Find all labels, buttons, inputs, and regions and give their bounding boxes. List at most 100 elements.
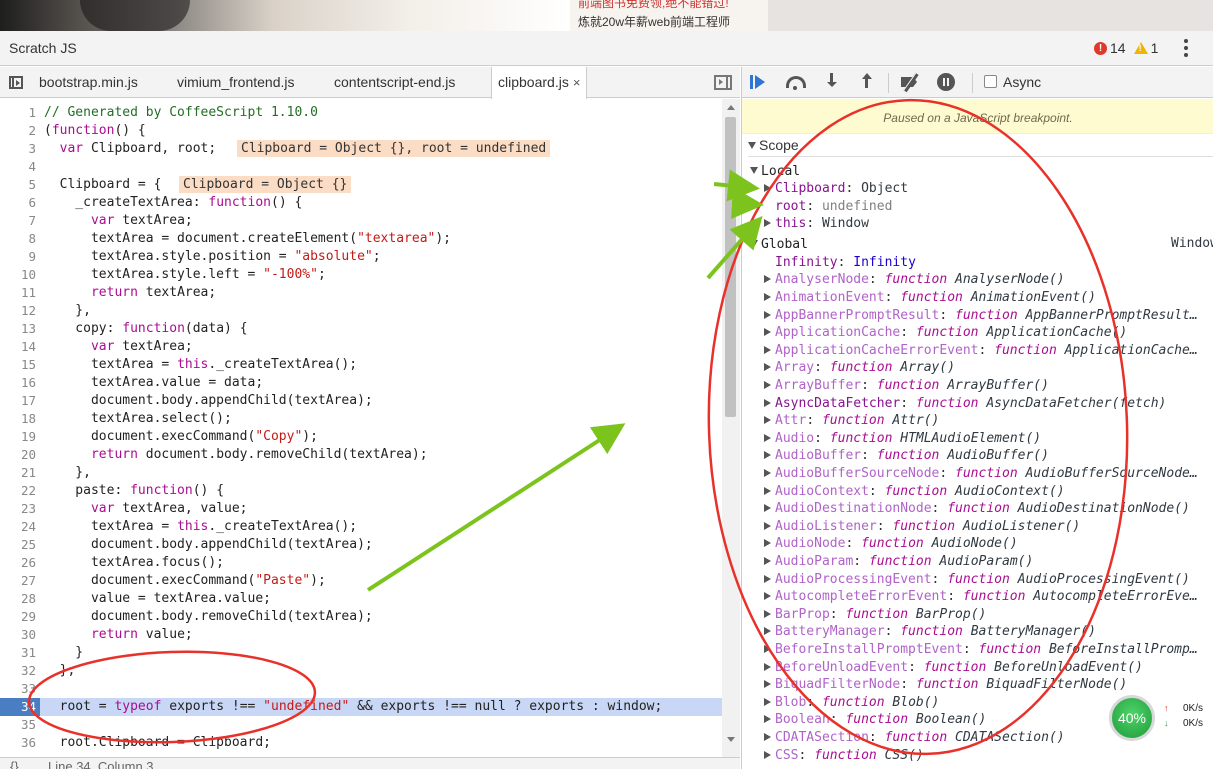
scope-property-css[interactable]: CSS: function CSS() [764,747,924,764]
chevron-right-icon[interactable] [764,293,771,301]
line-number[interactable]: 8 [0,230,36,248]
line-number[interactable]: 30 [0,626,36,644]
code-line[interactable]: 9 textArea.style.position = "absolute"; [0,248,722,266]
code-line[interactable]: 6 _createTextArea: function() { [0,194,722,212]
chevron-right-icon[interactable] [764,662,771,671]
chevron-right-icon[interactable] [764,469,771,477]
line-number[interactable]: 27 [0,572,36,590]
line-number[interactable]: 7 [0,212,36,230]
scope-property-applicationcacheerrorevent[interactable]: ApplicationCacheErrorEvent: function App… [764,342,1198,359]
scope-property-autocompleteerrorevent[interactable]: AutocompleteErrorEvent: function Autocom… [764,588,1198,605]
scope-property-barprop[interactable]: BarProp: function BarProp() [764,606,986,623]
scope-local-header[interactable]: Local [750,163,800,180]
code-line[interactable]: 23 var textArea, value; [0,500,722,518]
chevron-right-icon[interactable] [764,557,771,565]
code-line[interactable]: 18 textArea.select(); [0,410,722,428]
line-number[interactable]: 32 [0,662,36,680]
code-line[interactable]: 35 [0,716,722,734]
code-line[interactable]: 26 textArea.focus(); [0,554,722,572]
line-number[interactable]: 23 [0,500,36,518]
scope-property-attr[interactable]: Attr: function Attr() [764,412,939,429]
chevron-right-icon[interactable] [764,750,771,759]
console-counts[interactable]: ! 14 1 [1094,40,1158,56]
chevron-right-icon[interactable] [764,381,771,389]
code-line[interactable]: 28 value = textArea.value; [0,590,722,608]
code-line[interactable]: 2 (function() { [0,122,722,140]
scope-property-beforeunloadevent[interactable]: BeforeUnloadEvent: function BeforeUnload… [764,659,1143,676]
scope-property-boolean[interactable]: Boolean: function Boolean() [764,711,986,728]
scope-property-batterymanager[interactable]: BatteryManager: function BatteryManager(… [764,623,1096,640]
code-line[interactable]: 19 document.execCommand("Copy"); [0,428,722,446]
step-over-icon[interactable] [785,73,806,91]
line-number[interactable]: 18 [0,410,36,428]
tab-contentscript-end-js[interactable]: contentscript-end.js [334,67,455,98]
scope-property-analysernode[interactable]: AnalyserNode: function AnalyserNode() [764,271,1065,288]
code-line[interactable]: 27 document.execCommand("Paste"); [0,572,722,590]
debugger-toggle-icon[interactable] [714,75,732,90]
code-line[interactable]: 17 document.body.appendChild(textArea); [0,392,722,410]
chevron-right-icon[interactable] [764,451,771,460]
line-number[interactable]: 19 [0,428,36,446]
banner-line-1[interactable]: 前端图书免费领,绝不能错过! [578,0,729,11]
scope-property-audioparam[interactable]: AudioParam: function AudioParam() [764,553,1033,570]
line-number[interactable]: 5 [0,176,36,194]
scope-property-this[interactable]: this: Window [764,215,869,232]
line-number[interactable]: 28 [0,590,36,608]
tab-clipboard-js[interactable]: clipboard.js × [491,67,588,99]
code-line[interactable]: 22 paste: function() { [0,482,722,500]
line-number[interactable]: 34 [0,698,40,716]
pretty-print-icon[interactable]: {} [10,759,19,769]
code-line[interactable]: 11 return textArea; [0,284,722,302]
resume-icon[interactable] [750,73,770,91]
scope-property-audiobuffer[interactable]: AudioBuffer: function AudioBuffer() [764,447,1049,464]
scope-property-asyncdatafetcher[interactable]: AsyncDataFetcher: function AsyncDataFetc… [764,395,1166,412]
chevron-right-icon[interactable] [764,275,771,284]
chevron-right-icon[interactable] [764,433,771,442]
scope-property-beforeinstallpromptevent[interactable]: BeforeInstallPromptEvent: function Befor… [764,641,1198,658]
line-number[interactable]: 35 [0,716,36,734]
chevron-right-icon[interactable] [764,715,771,724]
chevron-right-icon[interactable] [764,574,771,583]
scope-property-blob[interactable]: Blob: function Blob() [764,694,939,711]
scroll-thumb[interactable] [725,117,736,417]
line-number[interactable]: 22 [0,482,36,500]
line-number[interactable]: 21 [0,464,36,482]
code-line[interactable]: 25 document.body.appendChild(textArea); [0,536,722,554]
code-line[interactable]: 31 } [0,644,722,662]
banner-line-2[interactable]: 炼就20w年薪web前端工程师 [578,13,730,30]
code-line[interactable]: 29 document.body.removeChild(textArea); [0,608,722,626]
line-number[interactable]: 14 [0,338,36,356]
code-line[interactable]: 5 Clipboard = { [0,176,722,194]
close-icon[interactable]: × [573,67,581,98]
line-number[interactable]: 12 [0,302,36,320]
scope-section-header[interactable]: Scope [748,137,1213,157]
line-number[interactable]: 31 [0,644,36,662]
code-line[interactable]: 24 textArea = this._createTextArea(); [0,518,722,536]
chevron-right-icon[interactable] [764,627,771,636]
scope-property-cdatasection[interactable]: CDATASection: function CDATASection() [764,729,1065,746]
line-number[interactable]: 15 [0,356,36,374]
line-number[interactable]: 17 [0,392,36,410]
scope-property-array[interactable]: Array: function Array() [764,359,955,376]
scope-property-audioprocessingevent[interactable]: AudioProcessingEvent: function AudioProc… [764,571,1190,588]
pause-on-exceptions-icon[interactable] [936,73,956,91]
code-line[interactable]: 4 [0,158,722,176]
scope-property-animationevent[interactable]: AnimationEvent: function AnimationEvent(… [764,289,1096,306]
chevron-right-icon[interactable] [764,521,771,530]
chevron-right-icon[interactable] [764,345,771,354]
line-number[interactable]: 4 [0,158,36,176]
net-usage-percent[interactable]: 40% [1109,695,1155,741]
chevron-right-icon[interactable] [764,363,771,372]
chevron-right-icon[interactable] [764,592,771,601]
scope-property-audiobuffersourcenode[interactable]: AudioBufferSourceNode: function AudioBuf… [764,465,1198,482]
line-number[interactable]: 3 [0,140,36,158]
code-line[interactable]: 13 copy: function(data) { [0,320,722,338]
code-line[interactable]: 8 textArea = document.createElement("tex… [0,230,722,248]
deactivate-breakpoints-icon[interactable] [900,73,920,91]
scope-property-clipboard[interactable]: Clipboard: Object [764,180,908,197]
line-number[interactable]: 13 [0,320,36,338]
async-label[interactable]: Async [1003,74,1041,90]
code-line[interactable]: 20 return document.body.removeChild(text… [0,446,722,464]
chevron-right-icon[interactable] [764,645,771,653]
line-number[interactable]: 2 [0,122,36,140]
